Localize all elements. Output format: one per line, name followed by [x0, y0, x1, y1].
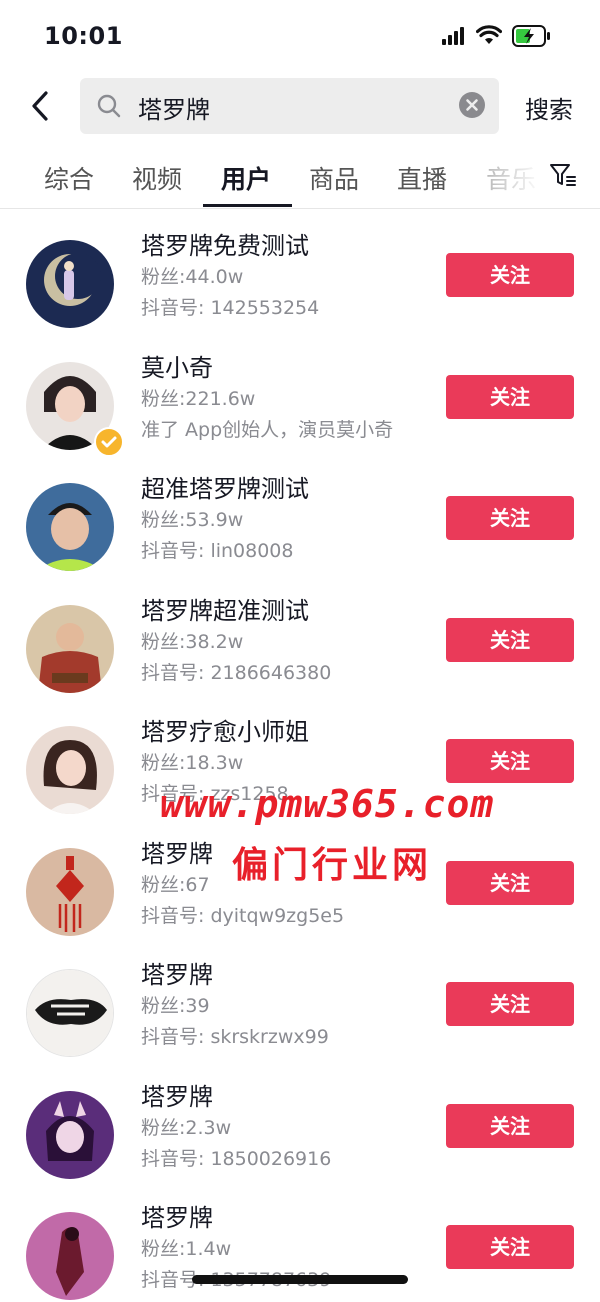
follow-button[interactable]: 关注: [446, 374, 574, 419]
follow-button[interactable]: 关注: [446, 982, 574, 1026]
user-info: 塔罗牌超准测试 粉丝:38.2w 抖音号: 2186646380: [141, 595, 331, 689]
user-name[interactable]: 塔罗牌: [141, 1202, 331, 1234]
wifi-icon: [476, 25, 502, 44]
user-fans: 粉丝:53.9w: [141, 509, 244, 531]
avatar-image: [26, 1212, 114, 1300]
tab-users[interactable]: 用户: [221, 160, 271, 196]
user-detail: 抖音号: 1850026916: [141, 1147, 332, 1170]
search-header: 塔罗牌 搜索: [0, 72, 600, 142]
list-item[interactable]: 塔罗牌 粉丝:2.3w 抖音号: 1850026916 关注: [0, 1059, 600, 1181]
user-name[interactable]: 莫小奇: [141, 352, 393, 384]
list-item[interactable]: 塔罗疗愈小师姐 粉丝:18.3w 抖音号: zzs1258 关注: [0, 694, 600, 816]
clear-icon[interactable]: [459, 92, 485, 118]
back-icon[interactable]: [26, 86, 56, 126]
follow-button[interactable]: 关注: [446, 617, 574, 662]
user-fans: 粉丝:2.3w: [141, 1116, 232, 1139]
list-item[interactable]: 塔罗牌超准测试 粉丝:38.2w 抖音号: 2186646380 关注: [0, 573, 600, 695]
avatar[interactable]: [26, 969, 114, 1057]
follow-button[interactable]: 关注: [446, 496, 574, 540]
filter-icon: [550, 164, 576, 186]
avatar-image: [26, 483, 114, 571]
user-name[interactable]: 超准塔罗牌测试: [141, 473, 309, 505]
user-detail: 抖音号: zzs1258: [141, 783, 289, 805]
home-indicator[interactable]: [192, 1275, 408, 1284]
user-fans: 粉丝:67: [141, 873, 210, 896]
user-info: 超准塔罗牌测试 粉丝:53.9w 抖音号: lin08008: [141, 473, 309, 567]
user-detail: 抖音号: lin08008: [141, 540, 294, 562]
signal-icon: [442, 27, 464, 45]
user-fans: 粉丝:1.4w: [141, 1238, 232, 1260]
user-name[interactable]: 塔罗牌超准测试: [141, 595, 331, 627]
search-icon: [97, 94, 121, 118]
search-input[interactable]: 塔罗牌: [80, 78, 499, 134]
close-icon: [466, 99, 478, 111]
avatar-image: [26, 726, 114, 814]
tab-fade: [470, 142, 550, 206]
avatar[interactable]: [26, 847, 114, 936]
avatar-image: [26, 1090, 114, 1179]
avatar[interactable]: [26, 604, 114, 693]
avatar[interactable]: [26, 1090, 114, 1179]
avatar[interactable]: [26, 726, 114, 814]
user-list: 塔罗牌免费测试 粉丝:44.0w 抖音号: 142553254 关注 莫小奇 粉…: [0, 208, 600, 1302]
user-name[interactable]: 塔罗疗愈小师姐: [141, 716, 309, 748]
follow-button[interactable]: 关注: [446, 1225, 574, 1269]
user-info: 塔罗牌 粉丝:2.3w 抖音号: 1850026916: [141, 1081, 331, 1175]
active-tab-indicator: [203, 204, 292, 207]
user-name[interactable]: 塔罗牌免费测试: [141, 230, 319, 262]
avatar[interactable]: [26, 240, 114, 328]
avatar[interactable]: [26, 483, 114, 571]
user-info: 塔罗牌 粉丝:39 抖音号: skrskrzwx99: [141, 959, 329, 1053]
list-item[interactable]: 超准塔罗牌测试 粉丝:53.9w 抖音号: lin08008 关注: [0, 451, 600, 573]
follow-button[interactable]: 关注: [446, 253, 574, 297]
user-info: 塔罗疗愈小师姐 粉丝:18.3w 抖音号: zzs1258: [141, 716, 309, 810]
status-time: 10:01: [44, 22, 123, 50]
user-name[interactable]: 塔罗牌: [141, 1081, 331, 1113]
avatar[interactable]: [26, 1212, 114, 1300]
follow-button[interactable]: 关注: [446, 860, 574, 905]
follow-button[interactable]: 关注: [446, 739, 574, 783]
list-item[interactable]: 塔罗牌 粉丝:67 抖音号: dyitqw9zg5e5 关注: [0, 816, 600, 938]
search-query[interactable]: 塔罗牌: [138, 90, 210, 125]
result-tabs: 综合 视频 用户 商品 直播 音乐: [0, 142, 600, 209]
user-fans: 粉丝:39: [141, 995, 210, 1017]
avatar-image: [26, 240, 114, 328]
avatar-image: [27, 970, 113, 1056]
list-item[interactable]: 塔罗牌 粉丝:39 抖音号: skrskrzwx99 关注: [0, 937, 600, 1059]
user-detail: 抖音号: dyitqw9zg5e5: [141, 904, 345, 927]
user-info: 塔罗牌 粉丝:67 抖音号: dyitqw9zg5e5: [141, 838, 344, 932]
user-info: 塔罗牌免费测试 粉丝:44.0w 抖音号: 142553254: [141, 230, 319, 324]
tab-videos[interactable]: 视频: [132, 160, 182, 196]
user-fans: 粉丝:221.6w: [141, 387, 256, 410]
user-detail: 准了 App创始人，演员莫小奇: [141, 418, 394, 441]
user-info: 莫小奇 粉丝:221.6w 准了 App创始人，演员莫小奇: [141, 352, 393, 446]
tab-products[interactable]: 商品: [309, 160, 359, 196]
tab-general[interactable]: 综合: [44, 160, 94, 196]
status-bar: 10:01: [0, 0, 600, 72]
search-button[interactable]: 搜索: [525, 90, 573, 125]
list-item[interactable]: 莫小奇 粉丝:221.6w 准了 App创始人，演员莫小奇 关注: [0, 330, 600, 457]
user-fans: 粉丝:38.2w: [141, 630, 244, 653]
list-item[interactable]: 塔罗牌免费测试 粉丝:44.0w 抖音号: 142553254 关注: [0, 208, 600, 330]
user-name[interactable]: 塔罗牌: [141, 959, 329, 991]
battery-charging-icon: [512, 25, 550, 47]
user-fans: 粉丝:44.0w: [141, 266, 244, 288]
follow-button[interactable]: 关注: [446, 1103, 574, 1148]
tab-live[interactable]: 直播: [397, 160, 447, 196]
user-detail: 抖音号: 2186646380: [141, 661, 332, 684]
avatar-image: [26, 604, 114, 693]
filter-button[interactable]: [548, 160, 578, 190]
user-name[interactable]: 塔罗牌: [141, 838, 344, 870]
user-fans: 粉丝:18.3w: [141, 752, 244, 774]
user-detail: 抖音号: 142553254: [141, 297, 320, 319]
avatar-image: [26, 847, 114, 936]
user-detail: 抖音号: skrskrzwx99: [141, 1026, 329, 1048]
